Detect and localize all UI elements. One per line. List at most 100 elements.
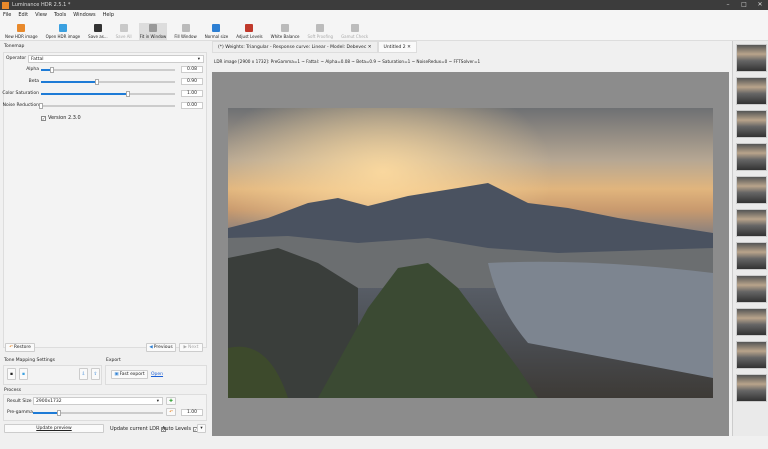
preview-thumbnail[interactable] <box>736 77 767 105</box>
menu-help[interactable]: Help <box>103 12 114 18</box>
soft-proofing-button[interactable]: Soft Proofing <box>307 23 335 40</box>
slider-handle[interactable] <box>95 79 100 85</box>
image-icon: ▣ <box>114 372 119 377</box>
pregamma-slider[interactable] <box>33 410 163 416</box>
preview-thumbnail[interactable] <box>736 176 767 204</box>
preview-thumbnail[interactable] <box>736 209 767 237</box>
save-all-icon <box>119 24 128 32</box>
adjust-levels-button[interactable]: Adjust Levels <box>235 23 263 40</box>
restore-button[interactable]: ↶ Restore <box>5 343 35 352</box>
auto-levels-menu-button[interactable]: ▾ <box>197 424 206 433</box>
tab-untitled-2[interactable]: Untitled 2 ✕ <box>377 41 417 53</box>
menu-file[interactable]: File <box>3 12 11 18</box>
slider-handle[interactable] <box>57 410 61 416</box>
window-title: Luminance HDR 2.5.1 * <box>12 2 71 8</box>
next-label: Next <box>187 345 199 350</box>
tab-hdr[interactable]: (*) Weights: Triangular - Response curve… <box>212 41 378 53</box>
slider-handle[interactable] <box>49 67 54 73</box>
app-logo-icon <box>2 1 9 9</box>
slider-noise-reduction[interactable] <box>39 103 175 109</box>
pregamma-value[interactable]: 1.00 <box>181 409 203 416</box>
new-hdr-image-button[interactable]: New HDR image <box>4 23 39 40</box>
menu-view[interactable]: View <box>35 12 47 18</box>
chevron-down-icon: ▾ <box>200 426 203 431</box>
slider-value[interactable]: 0.08 <box>181 66 203 73</box>
preview-thumbnail[interactable] <box>736 143 767 171</box>
slider-beta[interactable] <box>41 79 175 85</box>
gamut-check-button[interactable]: Gamut Check <box>340 23 369 40</box>
auto-levels-label: Auto Levels <box>162 426 192 432</box>
image-viewer[interactable] <box>212 72 729 436</box>
close-tab-icon[interactable]: ✕ <box>407 45 411 50</box>
slider-label: Beta <box>28 79 39 84</box>
import-icon: ⇩ <box>81 371 86 377</box>
save-all-button[interactable]: Save All <box>115 23 133 40</box>
slider-value[interactable]: 1.00 <box>181 90 203 97</box>
close-button[interactable]: ✕ <box>752 0 768 10</box>
export-settings-button[interactable]: ⇧ <box>91 368 100 380</box>
update-preview-button[interactable]: Update preview <box>4 424 104 433</box>
operator-select[interactable]: Fattal ▾ <box>28 55 204 63</box>
result-size-select[interactable]: 2900x1732 ▾ <box>33 397 163 405</box>
restore-label: Restore <box>13 345 31 350</box>
menu-windows[interactable]: Windows <box>73 12 95 18</box>
toolbar-label: Save All <box>115 34 132 39</box>
slider-color-saturation[interactable] <box>41 91 175 97</box>
fill-window-button[interactable]: Fill Window <box>173 23 197 40</box>
next-button[interactable]: ▶ Next <box>179 343 203 352</box>
slider-handle[interactable] <box>39 103 43 109</box>
auto-levels-checkbox[interactable]: Auto Levels ✓ <box>162 426 199 432</box>
save-as-button[interactable]: Save as... <box>87 23 108 40</box>
slider-value[interactable]: 0.90 <box>181 78 203 85</box>
toolbar-label: New HDR image <box>5 34 38 39</box>
fast-export-button[interactable]: ▣ Fast export <box>111 370 148 379</box>
toolbar-label: Gamut Check <box>341 34 369 39</box>
chevron-down-icon: ▾ <box>197 57 200 62</box>
preview-thumbnail[interactable] <box>736 341 767 369</box>
plus-icon: ✚ <box>169 398 173 404</box>
open-hdr-image-button[interactable]: Open HDR image <box>45 23 82 40</box>
tonemap-title: Tonemap <box>4 44 25 49</box>
preview-thumbnail[interactable] <box>736 44 767 72</box>
previous-icon: ◀ <box>149 345 153 350</box>
slider-label: Color Saturation <box>2 91 39 96</box>
add-size-button[interactable]: ✚ <box>166 397 176 405</box>
tab-label: (*) Weights: Triangular - Response curve… <box>218 45 367 50</box>
close-tab-icon[interactable]: ✕ <box>368 45 372 50</box>
slider-handle[interactable] <box>126 91 131 97</box>
tab-bar: (*) Weights: Triangular - Response curve… <box>212 41 417 53</box>
load-settings-button[interactable]: ▪ <box>7 368 16 380</box>
restore-icon: ↶ <box>9 345 13 350</box>
white-balance-button[interactable]: White Balance <box>270 23 301 40</box>
fit-in-window-button[interactable]: Fit in Window <box>138 23 168 40</box>
reset-pregamma-button[interactable]: ↶ <box>166 408 176 416</box>
preview-thumbnail[interactable] <box>736 242 767 270</box>
version-checkbox[interactable]: ✓ Version 2.3.0 <box>41 115 81 121</box>
update-preview-label: Update preview <box>36 426 72 431</box>
save-settings-button[interactable]: ▪ <box>19 368 28 380</box>
update-ldr-checkbox[interactable]: Update current LDR ✓ <box>110 426 167 432</box>
previous-button[interactable]: ◀ Previous <box>146 343 176 352</box>
menu-edit[interactable]: Edit <box>18 12 28 18</box>
toolbar: New HDR image Open HDR image Save as... Sav… <box>0 19 768 41</box>
toolbar-label: Soft Proofing <box>307 34 334 39</box>
import-settings-button[interactable]: ⇩ <box>79 368 88 380</box>
menu-tools[interactable]: Tools <box>54 12 66 18</box>
toolbar-label: Fit in Window <box>139 34 167 39</box>
slider-label: Noise Reduction <box>2 103 39 108</box>
preview-thumbnail[interactable] <box>736 110 767 138</box>
normal-size-button[interactable]: Normal size <box>204 23 230 40</box>
maximize-button[interactable]: □ <box>736 0 752 10</box>
settings-title: Tone Mapping Settings <box>4 358 55 363</box>
open-link[interactable]: Open <box>151 372 163 377</box>
minimize-button[interactable]: – <box>720 0 736 10</box>
preview-thumbnail[interactable] <box>736 374 767 402</box>
slider-alpha[interactable] <box>41 67 175 73</box>
next-icon: ▶ <box>183 345 187 350</box>
toolbar-label: White Balance <box>270 34 300 39</box>
preview-thumbnail[interactable] <box>736 275 767 303</box>
export-title: Export <box>106 358 121 363</box>
preview-thumbnail[interactable] <box>736 308 767 336</box>
operator-label: Operator <box>6 56 27 61</box>
slider-value[interactable]: 0.00 <box>181 102 203 109</box>
